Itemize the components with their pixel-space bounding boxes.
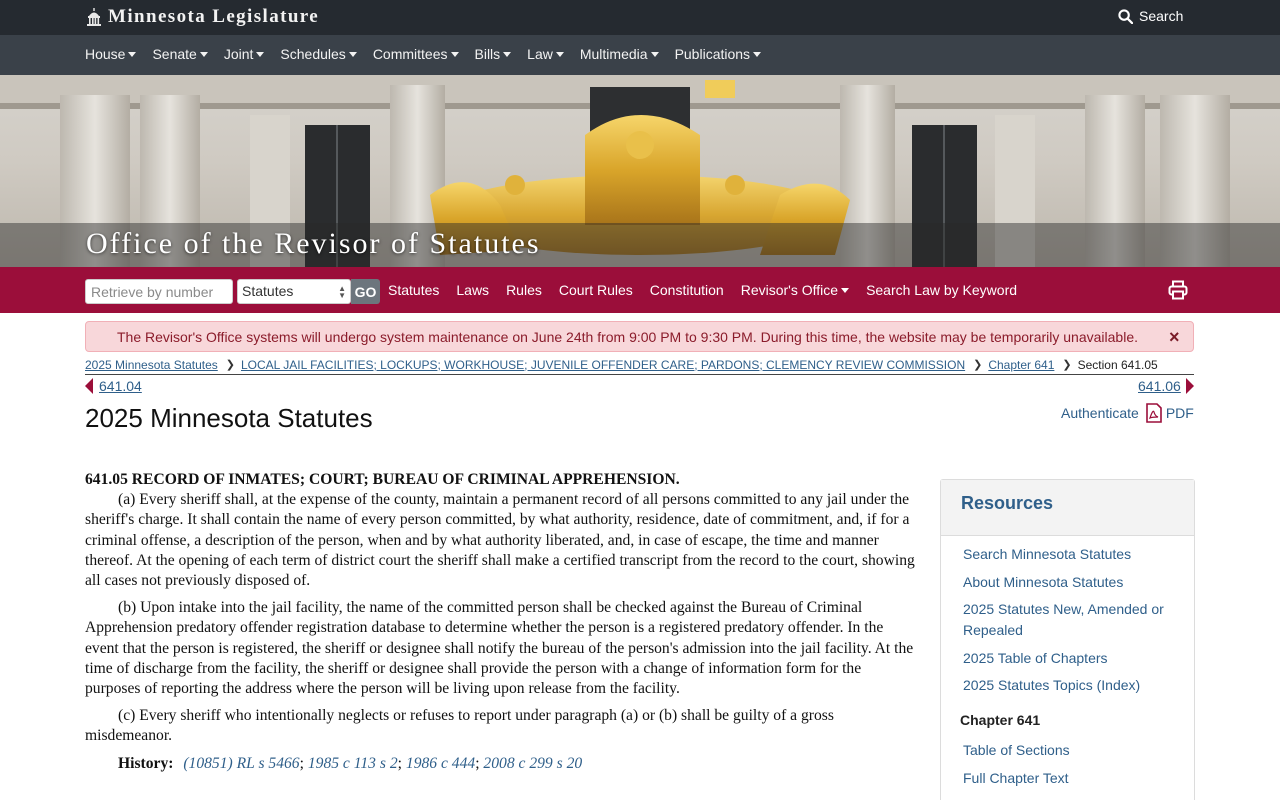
caret-down-icon — [650, 51, 659, 57]
nav-label: Publications — [674, 46, 751, 62]
main-nav: House Senate Joint Schedules Committees … — [0, 35, 1280, 75]
pdf-icon[interactable] — [1146, 403, 1162, 423]
nav-label: Senate — [152, 46, 197, 62]
authenticate-link[interactable]: Authenticate — [1061, 405, 1139, 421]
resource-link-table-of-sections[interactable]: Table of Sections — [963, 740, 1172, 761]
toolbar-link-statutes[interactable]: Statutes — [388, 282, 439, 298]
retrieve-by-number-input[interactable] — [85, 279, 233, 304]
caret-down-icon — [128, 51, 137, 57]
banner-title: Office of the Revisor of Statutes — [86, 227, 541, 260]
toolbar-link-court-rules[interactable]: Court Rules — [559, 282, 633, 298]
resource-link-new-amended[interactable]: 2025 Statutes New, Amended or Repealed — [963, 599, 1172, 641]
resource-link-table-of-chapters[interactable]: 2025 Table of Chapters — [963, 648, 1172, 669]
header-search-button[interactable]: Search — [1118, 8, 1183, 24]
caret-down-icon — [841, 287, 850, 293]
previous-section[interactable]: 641.04 — [85, 378, 142, 394]
chevron-right-icon: ❯ — [973, 359, 983, 371]
print-icon[interactable] — [1168, 280, 1188, 300]
history-line: History: (10851) RL s 5466; 1985 c 113 s… — [118, 754, 583, 772]
nav-bills[interactable]: Bills — [475, 46, 512, 62]
nav-label: Bills — [474, 46, 501, 62]
close-icon[interactable]: × — [1169, 327, 1180, 348]
resource-link-topics-index[interactable]: 2025 Statutes Topics (Index) — [963, 675, 1172, 696]
nav-label: Multimedia — [579, 46, 648, 62]
search-label: Search — [1139, 8, 1184, 24]
arrow-right-icon — [1185, 378, 1194, 394]
revisor-toolbar: Statutes ▲▼ GO Statutes Laws Rules Court… — [0, 267, 1280, 313]
select-arrows-icon: ▲ ▼ — [338, 284, 346, 300]
capitol-icon — [87, 8, 101, 26]
search-icon — [1118, 8, 1133, 24]
history-link[interactable]: 2008 c 299 s 20 — [483, 755, 582, 772]
resources-title: Resources — [961, 493, 1054, 513]
nav-label: Committees — [372, 46, 448, 62]
document-actions: Authenticate PDF — [1061, 403, 1194, 423]
resource-link-full-chapter[interactable]: Full Chapter Text — [963, 768, 1172, 789]
breadcrumb-current: Section 641.05 — [1077, 357, 1158, 372]
pdf-link[interactable]: PDF — [1166, 405, 1194, 421]
caret-down-icon — [555, 51, 564, 57]
chapter-heading: Chapter 641 — [960, 712, 1041, 728]
nav-senate[interactable]: Senate — [152, 46, 208, 62]
toolbar-link-rules[interactable]: Rules — [506, 282, 542, 298]
next-section[interactable]: 641.06 — [1138, 378, 1194, 394]
next-section-link[interactable]: 641.06 — [1138, 378, 1181, 394]
history-link[interactable]: (10851) — [183, 755, 232, 772]
breadcrumb-chapter-title[interactable]: LOCAL JAIL FACILITIES; LOCKUPS; WORKHOUS… — [241, 358, 965, 372]
resource-link-about[interactable]: About Minnesota Statutes — [963, 572, 1172, 593]
nav-label: Law — [527, 46, 553, 62]
site-brand[interactable]: Minnesota Legislature — [86, 6, 319, 28]
statute-paragraph: (b) Upon intake into the jail facility, … — [85, 599, 914, 698]
toolbar-link-constitution[interactable]: Constitution — [650, 282, 724, 298]
brand-title: Minnesota Legislature — [108, 6, 320, 27]
nav-publications[interactable]: Publications — [675, 46, 762, 62]
chevron-right-icon: ❯ — [1062, 359, 1072, 371]
arrow-left-icon — [85, 378, 93, 394]
nav-law[interactable]: Law — [527, 46, 564, 62]
page-title: 2025 Minnesota Statutes — [85, 403, 373, 433]
nav-multimedia[interactable]: Multimedia — [580, 46, 659, 62]
caret-down-icon — [753, 51, 762, 57]
history-label: History: — [118, 754, 174, 772]
nav-joint[interactable]: Joint — [224, 46, 265, 62]
toolbar-link-revisors-office[interactable]: Revisor's Office — [740, 282, 850, 298]
section-heading: 641.05 RECORD OF INMATES; COURT; BUREAU … — [85, 471, 680, 488]
caret-down-icon — [450, 51, 459, 57]
caret-down-icon — [256, 51, 265, 57]
breadcrumb-chapter[interactable]: Chapter 641 — [988, 358, 1054, 372]
resources-list: Search Minnesota Statutes About Minnesot… — [941, 536, 1194, 800]
header-banner: Office of the Revisor of Statutes — [0, 75, 1280, 267]
statute-content: 641.05 RECORD OF INMATES; COURT; BUREAU … — [85, 470, 915, 774]
nav-label: Joint — [223, 46, 254, 62]
toolbar-link-search-by-keyword[interactable]: Search Law by Keyword — [866, 282, 1017, 298]
document-type-select[interactable]: Statutes ▲ ▼ — [237, 279, 351, 304]
nav-label: House — [85, 46, 126, 62]
chevron-right-icon: ❯ — [225, 359, 235, 371]
nav-schedules[interactable]: Schedules — [280, 46, 357, 62]
caret-down-icon — [348, 51, 357, 57]
toolbar-link-label: Revisor's Office — [740, 282, 839, 298]
top-bar: Minnesota Legislature Search — [0, 0, 1280, 35]
resources-panel: Resources Search Minnesota Statutes Abou… — [940, 479, 1195, 800]
resources-header: Resources — [941, 480, 1194, 536]
previous-section-link[interactable]: 641.04 — [99, 378, 142, 394]
breadcrumb-statutes[interactable]: 2025 Minnesota Statutes — [85, 358, 218, 372]
caret-down-icon — [503, 51, 512, 57]
statute-paragraph: (a) Every sheriff shall, at the expense … — [85, 491, 915, 590]
history-link[interactable]: 1985 c 113 s 2 — [308, 755, 398, 772]
alert-message: The Revisor's Office systems will underg… — [117, 329, 1138, 345]
toolbar-link-laws[interactable]: Laws — [456, 282, 489, 298]
resource-link-search[interactable]: Search Minnesota Statutes — [963, 544, 1172, 565]
caret-down-icon — [199, 51, 208, 57]
history-link[interactable]: 1986 c 444 — [406, 755, 475, 772]
select-value: Statutes — [242, 283, 294, 299]
nav-house[interactable]: House — [85, 46, 137, 62]
nav-label: Schedules — [280, 46, 346, 62]
history-link[interactable]: RL s 5466 — [237, 755, 300, 772]
go-button[interactable]: GO — [351, 279, 380, 304]
maintenance-alert: The Revisor's Office systems will underg… — [85, 321, 1194, 352]
statute-paragraph: (c) Every sheriff who intentionally negl… — [85, 707, 834, 745]
breadcrumb: 2025 Minnesota Statutes ❯ LOCAL JAIL FAC… — [85, 355, 1194, 375]
nav-committees[interactable]: Committees — [373, 46, 459, 62]
